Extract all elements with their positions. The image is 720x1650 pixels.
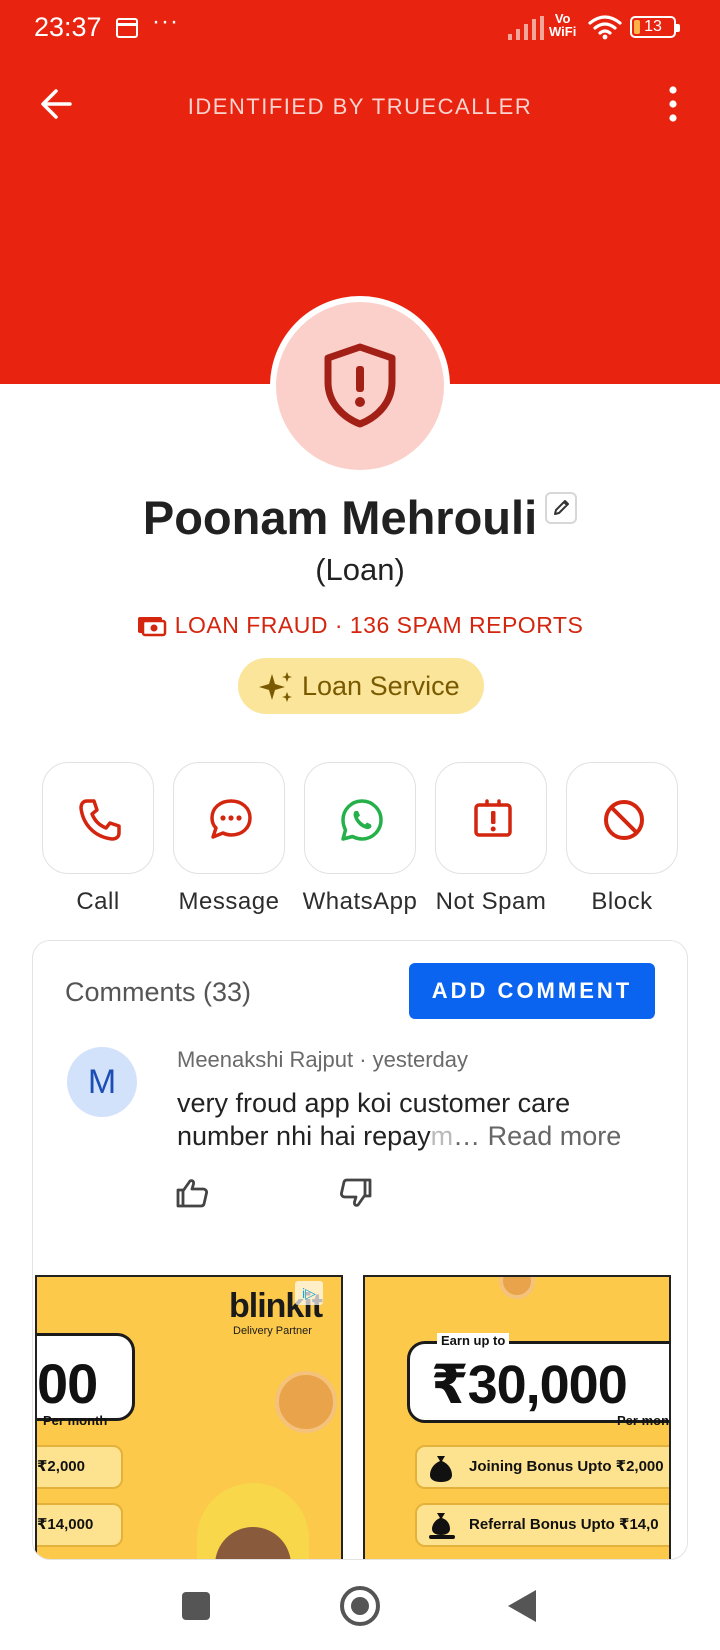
more-notifications-icon: ··· (152, 8, 179, 35)
comments-title: Comments (33) (65, 977, 252, 1007)
add-comment-button[interactable]: ADD COMMENT (409, 963, 655, 1019)
battery-icon: 13 (630, 16, 680, 38)
adchoices-icon[interactable]: i▷ (295, 1281, 323, 1305)
block-label: Block (591, 888, 653, 915)
thumbs-up-icon[interactable] (175, 1177, 209, 1209)
edit-name-icon[interactable] (545, 492, 578, 524)
system-back-button[interactable] (508, 1590, 536, 1622)
ad-earn-label: Earn up to (437, 1333, 510, 1348)
ad-amount: 00 (37, 1352, 98, 1415)
contact-name: Poonam Mehrouli (142, 491, 538, 544)
status-time: 23:37 (34, 12, 102, 42)
whatsapp-button-box[interactable] (304, 762, 416, 874)
system-navigation-bar (0, 1562, 720, 1650)
ad-chip-2: ₹14,000 (37, 1503, 123, 1547)
whatsapp-icon (341, 799, 383, 841)
shield-alert-icon (324, 343, 396, 428)
status-bar: 23:37 ··· Vo WiFi 13 (0, 0, 720, 56)
thumbs-down-icon[interactable] (339, 1177, 373, 1209)
read-more-link[interactable]: … Read more (453, 1121, 621, 1151)
recent-apps-button[interactable] (182, 1592, 210, 1620)
ad-amount: ₹30,000 (431, 1355, 628, 1415)
vowifi-indicator: Vo WiFi (549, 12, 576, 38)
block-button-box[interactable] (566, 762, 678, 874)
calendar-icon (116, 18, 138, 38)
coin-icon (275, 1371, 337, 1433)
spam-reports-label: LOAN FRAUD · 136 SPAM REPORTS (0, 612, 720, 639)
business-tag[interactable]: Loan Service (238, 658, 484, 714)
not-spam-icon (474, 799, 512, 837)
coin-icon (499, 1277, 535, 1299)
battery-level: 13 (644, 18, 662, 35)
ad-chip-2-text: Referral Bonus Upto ₹14,0 (469, 1516, 659, 1533)
contact-subtitle: (Loan) (315, 552, 405, 587)
comment-text-line2: number nhi hai repay (177, 1121, 431, 1151)
not-spam-button-box[interactable] (435, 762, 547, 874)
comment-text-line1: very froud app koi customer care (177, 1088, 571, 1118)
ad-card-left[interactable]: blinkit Delivery Partner i▷ 00 Per month… (35, 1275, 343, 1559)
avatar (276, 302, 444, 470)
contact-name-row: Poonam Mehrouli (0, 490, 720, 545)
more-options-icon[interactable] (658, 84, 688, 124)
business-tag-label: Loan Service (302, 671, 460, 701)
comments-card: Comments (33) ADD COMMENT M Meenakshi Ra… (32, 940, 688, 1560)
comment-text: very froud app koi customer care number … (177, 1087, 637, 1153)
money-bag-icon (430, 1456, 452, 1482)
comment-author-avatar: M (67, 1047, 137, 1117)
ad-chip-1: ₹2,000 (37, 1445, 123, 1489)
chat-bubble-icon (210, 799, 252, 839)
page-title: IDENTIFIED BY TRUECALLER (187, 94, 533, 119)
money-icon (137, 617, 166, 637)
spam-reports-text: LOAN FRAUD · 136 SPAM REPORTS (174, 612, 584, 638)
wifi-icon (588, 15, 622, 40)
block-icon (604, 800, 644, 840)
signal-icon (508, 16, 544, 40)
bonus-icon (429, 1513, 455, 1539)
block-button[interactable]: Block (564, 762, 694, 915)
ad-card-right[interactable]: Earn up to ₹30,000 Per mon Joining Bonus… (363, 1275, 671, 1559)
home-button[interactable] (340, 1586, 380, 1626)
action-bar: Call Message WhatsApp Not Spam Block (40, 762, 680, 915)
call-button-box[interactable] (42, 762, 154, 874)
phone-icon (79, 799, 121, 841)
ad-chip-1-text: Joining Bonus Upto ₹2,000 (469, 1458, 664, 1475)
comment-author-time: Meenakshi Rajput · yesterday (177, 1047, 469, 1072)
ad-per-month: Per month (43, 1413, 108, 1428)
ad-brand-sub: Delivery Partner (233, 1325, 312, 1337)
vowifi-bottom: WiFi (549, 24, 577, 39)
message-button-box[interactable] (173, 762, 285, 874)
sparkle-icon (259, 672, 292, 702)
comment-text-faded: m (430, 1121, 454, 1151)
ad-per-month: Per mon (617, 1413, 670, 1428)
ad-person-image (197, 1483, 309, 1559)
